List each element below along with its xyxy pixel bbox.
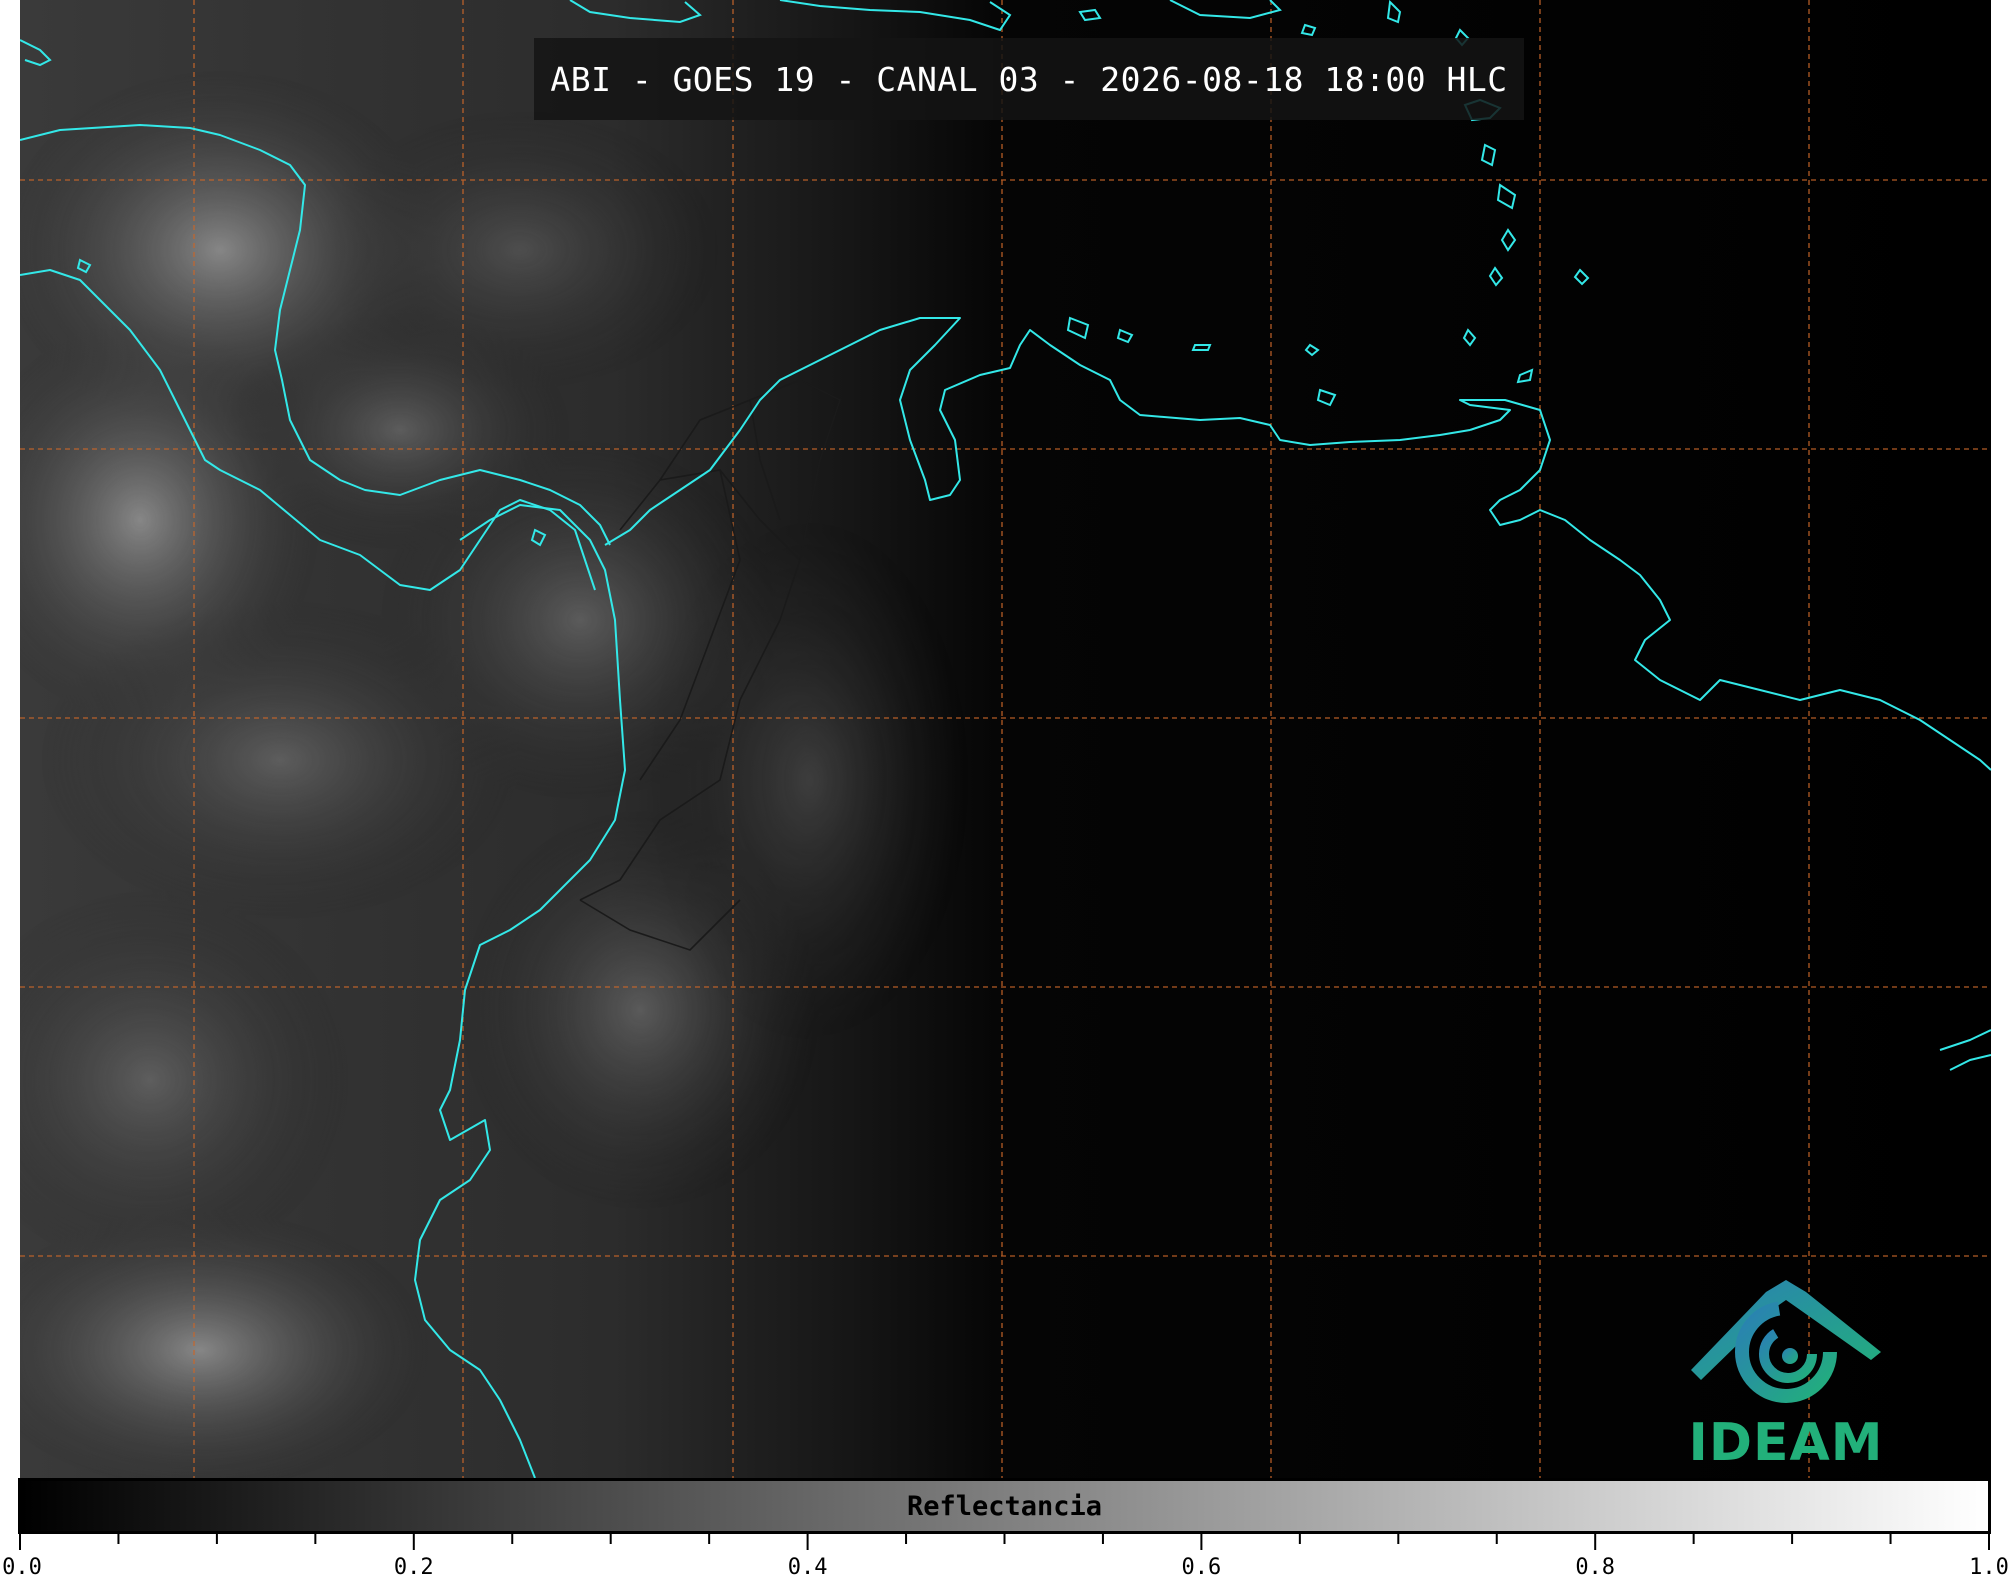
cloud-mass (650, 520, 970, 1040)
colorbar-tick-label: 0.6 (1181, 1555, 1222, 1580)
colorbar-tick-label: 0.2 (393, 1555, 434, 1580)
title-box: ABI - GOES 19 - CANAL 03 - 2026-08-18 18… (534, 38, 1524, 120)
colorbar-tick-label: 1.0 (1969, 1555, 2009, 1580)
colorbar-tick-label: 0.4 (787, 1555, 828, 1580)
colorbar-tick-label: 0.0 (2, 1555, 42, 1580)
ideam-emblem-icon (1691, 1280, 1881, 1403)
cloud-mass (320, 110, 720, 390)
ideam-logo: IDEAM (1666, 1252, 1906, 1472)
logo-text: IDEAM (1688, 1413, 1884, 1473)
colorbar-ticks (19, 1534, 1990, 1550)
colorbar-label: Reflectancia (906, 1490, 1103, 1522)
satellite-map[interactable]: ABI - GOES 19 - CANAL 03 - 2026-08-18 18… (20, 0, 1991, 1478)
map-title: ABI - GOES 19 - CANAL 03 - 2026-08-18 18… (550, 59, 1508, 99)
colorbar: Reflectancia (18, 1478, 1991, 1534)
colorbar-tick-label: 0.8 (1575, 1555, 1616, 1580)
